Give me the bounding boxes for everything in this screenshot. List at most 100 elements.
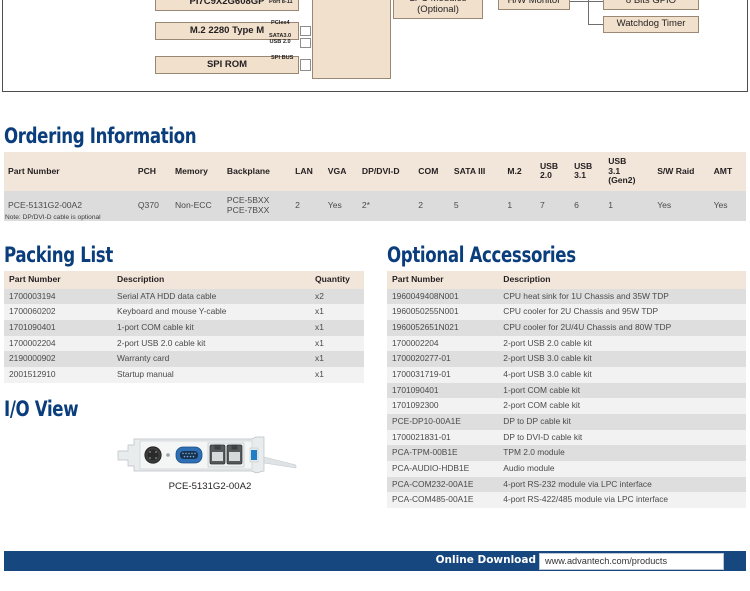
wire-vertical-bus bbox=[588, 0, 589, 25]
datasheet-page: PI7C9X2G608GP M.2 2280 Type M SPI ROM Po… bbox=[0, 0, 750, 591]
table-row: 2001512910 Startup manual x1 bbox=[4, 366, 364, 383]
cell-part-number: 1700003194 bbox=[4, 288, 112, 305]
cell-part-number: PCE-DP10-00A1E bbox=[387, 413, 499, 430]
cell-part-number: 1700002204 bbox=[4, 335, 112, 352]
cell-quantity: x1 bbox=[310, 366, 364, 383]
table-header-row: Part Number Description bbox=[387, 271, 746, 289]
footer-online-download-label: Online Download bbox=[435, 554, 536, 566]
table-header-row: Part Number PCH Memory Backplane LAN VGA… bbox=[4, 152, 746, 191]
col-m2: M.2 bbox=[503, 152, 536, 191]
ordering-information-table: Part Number PCH Memory Backplane LAN VGA… bbox=[4, 152, 746, 221]
table-header-row: Part Number Description Quantity bbox=[4, 271, 364, 289]
table-row: 1960052651N021 CPU cooler for 2U/4U Chass… bbox=[387, 319, 746, 336]
cell-part-number: 1701090401 bbox=[387, 382, 499, 399]
col-usb-31: USB 3.1 bbox=[570, 152, 605, 191]
diagram-block-chipset bbox=[312, 0, 391, 79]
cell-description: Audio module bbox=[498, 460, 746, 477]
col-description: Description bbox=[112, 271, 310, 289]
col-sata-iii: SATA III bbox=[449, 152, 504, 191]
cell-part-number: 1700060202 bbox=[4, 304, 112, 320]
cell-description: DP to DVI-D cable kit bbox=[498, 429, 746, 446]
cell-part-number: PCA-TPM-00B1E bbox=[387, 445, 499, 461]
cell-description: CPU cooler for 2U/4U Chassis and 80W TDP bbox=[498, 319, 746, 336]
table-row: 2190000902 Warranty card x1 bbox=[4, 351, 364, 367]
table-row: 1960049408N001 CPU heat sink for 1U Chass… bbox=[387, 288, 746, 305]
col-lan: LAN bbox=[291, 152, 324, 191]
cell-description: TPM 2.0 module bbox=[498, 445, 746, 461]
cell-description: 2-port USB 2.0 cable kit bbox=[498, 335, 746, 352]
col-usb-20: USB 2.0 bbox=[535, 152, 571, 191]
cell-description: Warranty card bbox=[112, 351, 310, 367]
cell-part-number: 1701092300 bbox=[387, 398, 499, 414]
cell-description: 4-port RS-422/485 module via LPC interfa… bbox=[498, 492, 746, 508]
cell-lan: 2 bbox=[291, 190, 324, 221]
cell-part-number: PCA-COM232-00A1E bbox=[387, 476, 499, 493]
arrow-pciex4 bbox=[300, 26, 311, 36]
table-row: PCA-AUDIO-HDB1E Audio module bbox=[387, 460, 746, 477]
diagram-label-spi-bus: SPI BUS bbox=[271, 55, 294, 61]
cell-description: 1-port COM cable kit bbox=[112, 319, 310, 336]
diagram-label-sata-usb: SATA3.0 USB 2.0 bbox=[269, 33, 292, 46]
cell-description: 4-port USB 3.0 cable kit bbox=[498, 366, 746, 383]
cell-com: 2 bbox=[414, 190, 450, 221]
cell-part-number: 1960049408N001 bbox=[387, 288, 499, 305]
table-row: PCE-DP10-00A1E DP to DP cable kit bbox=[387, 413, 746, 430]
cell-quantity: x2 bbox=[310, 288, 364, 305]
cell-description: CPU heat sink for 1U Chassis and 35W TDP bbox=[498, 288, 746, 305]
table-row: 1700003194 Serial ATA HDD data cable x2 bbox=[4, 288, 364, 305]
footer-url-field[interactable]: www.advantech.com/products bbox=[539, 552, 724, 570]
diagram-label-port-8-11: Port 8-11 bbox=[269, 0, 293, 5]
table-row: 1700031719-01 4-port USB 3.0 cable kit bbox=[387, 366, 746, 383]
col-part-number: Part Number bbox=[4, 152, 134, 191]
table-row: PCA-COM232-00A1E 4-port RS-232 module via… bbox=[387, 476, 746, 493]
table-row: 1700002204 2-port USB 2.0 cable kit bbox=[387, 335, 746, 352]
diagram-block-hw-monitor: H/W Monitor bbox=[498, 0, 570, 10]
col-description: Description bbox=[498, 271, 746, 289]
cell-part-number: 1960050255N001 bbox=[387, 304, 499, 320]
table-row: 1700002204 2-port USB 2.0 cable kit x1 bbox=[4, 335, 364, 352]
cell-part-number: 1701090401 bbox=[4, 319, 112, 336]
col-memory: Memory bbox=[170, 152, 223, 191]
io-bracket-image bbox=[117, 436, 297, 474]
cell-quantity: x1 bbox=[310, 335, 364, 352]
col-com: COM bbox=[414, 152, 450, 191]
cell-quantity: x1 bbox=[310, 319, 364, 336]
cell-pch: Q370 bbox=[133, 190, 171, 221]
col-vga: VGA bbox=[323, 152, 358, 191]
cell-description: DP to DP cable kit bbox=[498, 413, 746, 430]
wire-watchdog bbox=[588, 24, 603, 25]
table-row: 1701092300 2-port COM cable kit bbox=[387, 398, 746, 414]
cell-vga: Yes bbox=[323, 190, 358, 221]
cell-part-number: 2001512910 bbox=[4, 366, 112, 383]
cell-part-number: 1700020277-01 bbox=[387, 351, 499, 367]
cell-description: 2-port USB 2.0 cable kit bbox=[112, 335, 310, 352]
cell-part-number: 2190000902 bbox=[4, 351, 112, 367]
cell-usb-20: 7 bbox=[535, 190, 571, 221]
col-quantity: Quantity bbox=[310, 271, 364, 289]
diagram-block-watchdog-timer: Watchdog Timer bbox=[603, 16, 699, 33]
cell-part-number: 1700031719-01 bbox=[387, 366, 499, 383]
cell-usb-31-gen2: 1 bbox=[604, 190, 654, 221]
col-dp-dvi-d: DP/DVI-D bbox=[357, 152, 415, 191]
table-row: PCA-COM485-00A1E 4-port RS-422/485 module… bbox=[387, 492, 746, 508]
diagram-label-pciex4: PCIex4 bbox=[271, 20, 290, 26]
col-usb-31-gen2: USB 3.1 (Gen2) bbox=[604, 152, 654, 191]
cell-usb-31: 6 bbox=[570, 190, 605, 221]
heading-packing-list: Packing List bbox=[4, 243, 113, 267]
cell-description: CPU cooler for 2U Chassis and 95W TDP bbox=[498, 304, 746, 320]
col-part-number: Part Number bbox=[387, 271, 499, 289]
cell-part-number: PCA-COM485-00A1E bbox=[387, 492, 499, 508]
ordering-note: Note: DP/DVI-D cable is optional bbox=[5, 214, 101, 221]
table-row: PCE-5131G2-00A2 Q370 Non-ECC PCE-5BXX PCE… bbox=[4, 190, 746, 221]
cell-part-number: 1960052651N021 bbox=[387, 319, 499, 336]
table-row: 1960050255N001 CPU cooler for 2U Chassis … bbox=[387, 304, 746, 320]
cell-part-number: PCA-AUDIO-HDB1E bbox=[387, 460, 499, 477]
table-row: 1701090401 1-port COM cable kit bbox=[387, 382, 746, 399]
diagram-block-lpc-modules: LPC Modules(Optional) bbox=[393, 0, 483, 19]
table-row: PCA-TPM-00B1E TPM 2.0 module bbox=[387, 445, 746, 461]
cell-description: 2-port USB 3.0 cable kit bbox=[498, 351, 746, 367]
diagram-block-8-bits-gpio: 8 Bits GPIO bbox=[603, 0, 699, 10]
heading-io-view: I/O View bbox=[4, 397, 79, 421]
cell-quantity: x1 bbox=[310, 351, 364, 367]
table-row: 1701090401 1-port COM cable kit x1 bbox=[4, 319, 364, 336]
